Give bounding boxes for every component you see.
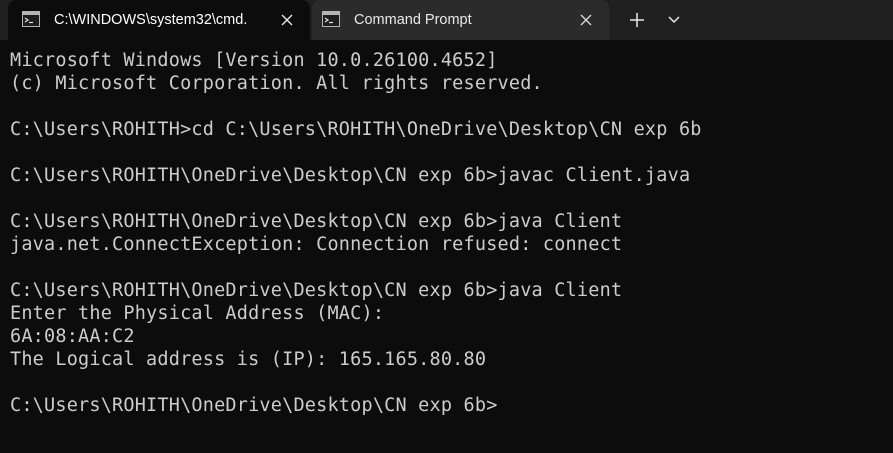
- terminal-output[interactable]: Microsoft Windows [Version 10.0.26100.46…: [0, 40, 893, 453]
- plus-icon[interactable]: [624, 8, 650, 32]
- terminal-line: C:\Users\ROHITH\OneDrive\Desktop\CN exp …: [10, 395, 498, 416]
- terminal-line: C:\Users\ROHITH\OneDrive\Desktop\CN exp …: [10, 280, 623, 301]
- close-icon[interactable]: [278, 11, 296, 29]
- terminal-line: C:\Users\ROHITH>cd C:\Users\ROHITH\OneDr…: [10, 119, 702, 140]
- tab-command-prompt[interactable]: Command Prompt: [312, 0, 609, 40]
- tab-bar: C:\WINDOWS\system32\cmd. Command Prompt: [0, 0, 893, 40]
- tab-title: Command Prompt: [354, 12, 472, 28]
- tab-cmd-active[interactable]: C:\WINDOWS\system32\cmd.: [8, 0, 310, 40]
- terminal-line: 6A:08:AA:C2: [10, 326, 135, 347]
- terminal-line: The Logical address is (IP): 165.165.80.…: [10, 349, 487, 370]
- terminal-line: Microsoft Windows [Version 10.0.26100.46…: [10, 50, 498, 71]
- terminal-icon: [322, 11, 340, 27]
- terminal-line: Enter the Physical Address (MAC):: [10, 303, 385, 324]
- close-icon[interactable]: [577, 11, 595, 29]
- chevron-down-icon[interactable]: [661, 8, 687, 32]
- terminal-line: java.net.ConnectException: Connection re…: [10, 234, 623, 255]
- terminal-line: C:\Users\ROHITH\OneDrive\Desktop\CN exp …: [10, 165, 691, 186]
- terminal-icon: [22, 11, 40, 27]
- terminal-line: C:\Users\ROHITH\OneDrive\Desktop\CN exp …: [10, 211, 623, 232]
- terminal-line: (c) Microsoft Corporation. All rights re…: [10, 73, 543, 94]
- terminal-window: C:\WINDOWS\system32\cmd. Command Prompt: [0, 0, 893, 453]
- tab-title: C:\WINDOWS\system32\cmd.: [54, 12, 248, 28]
